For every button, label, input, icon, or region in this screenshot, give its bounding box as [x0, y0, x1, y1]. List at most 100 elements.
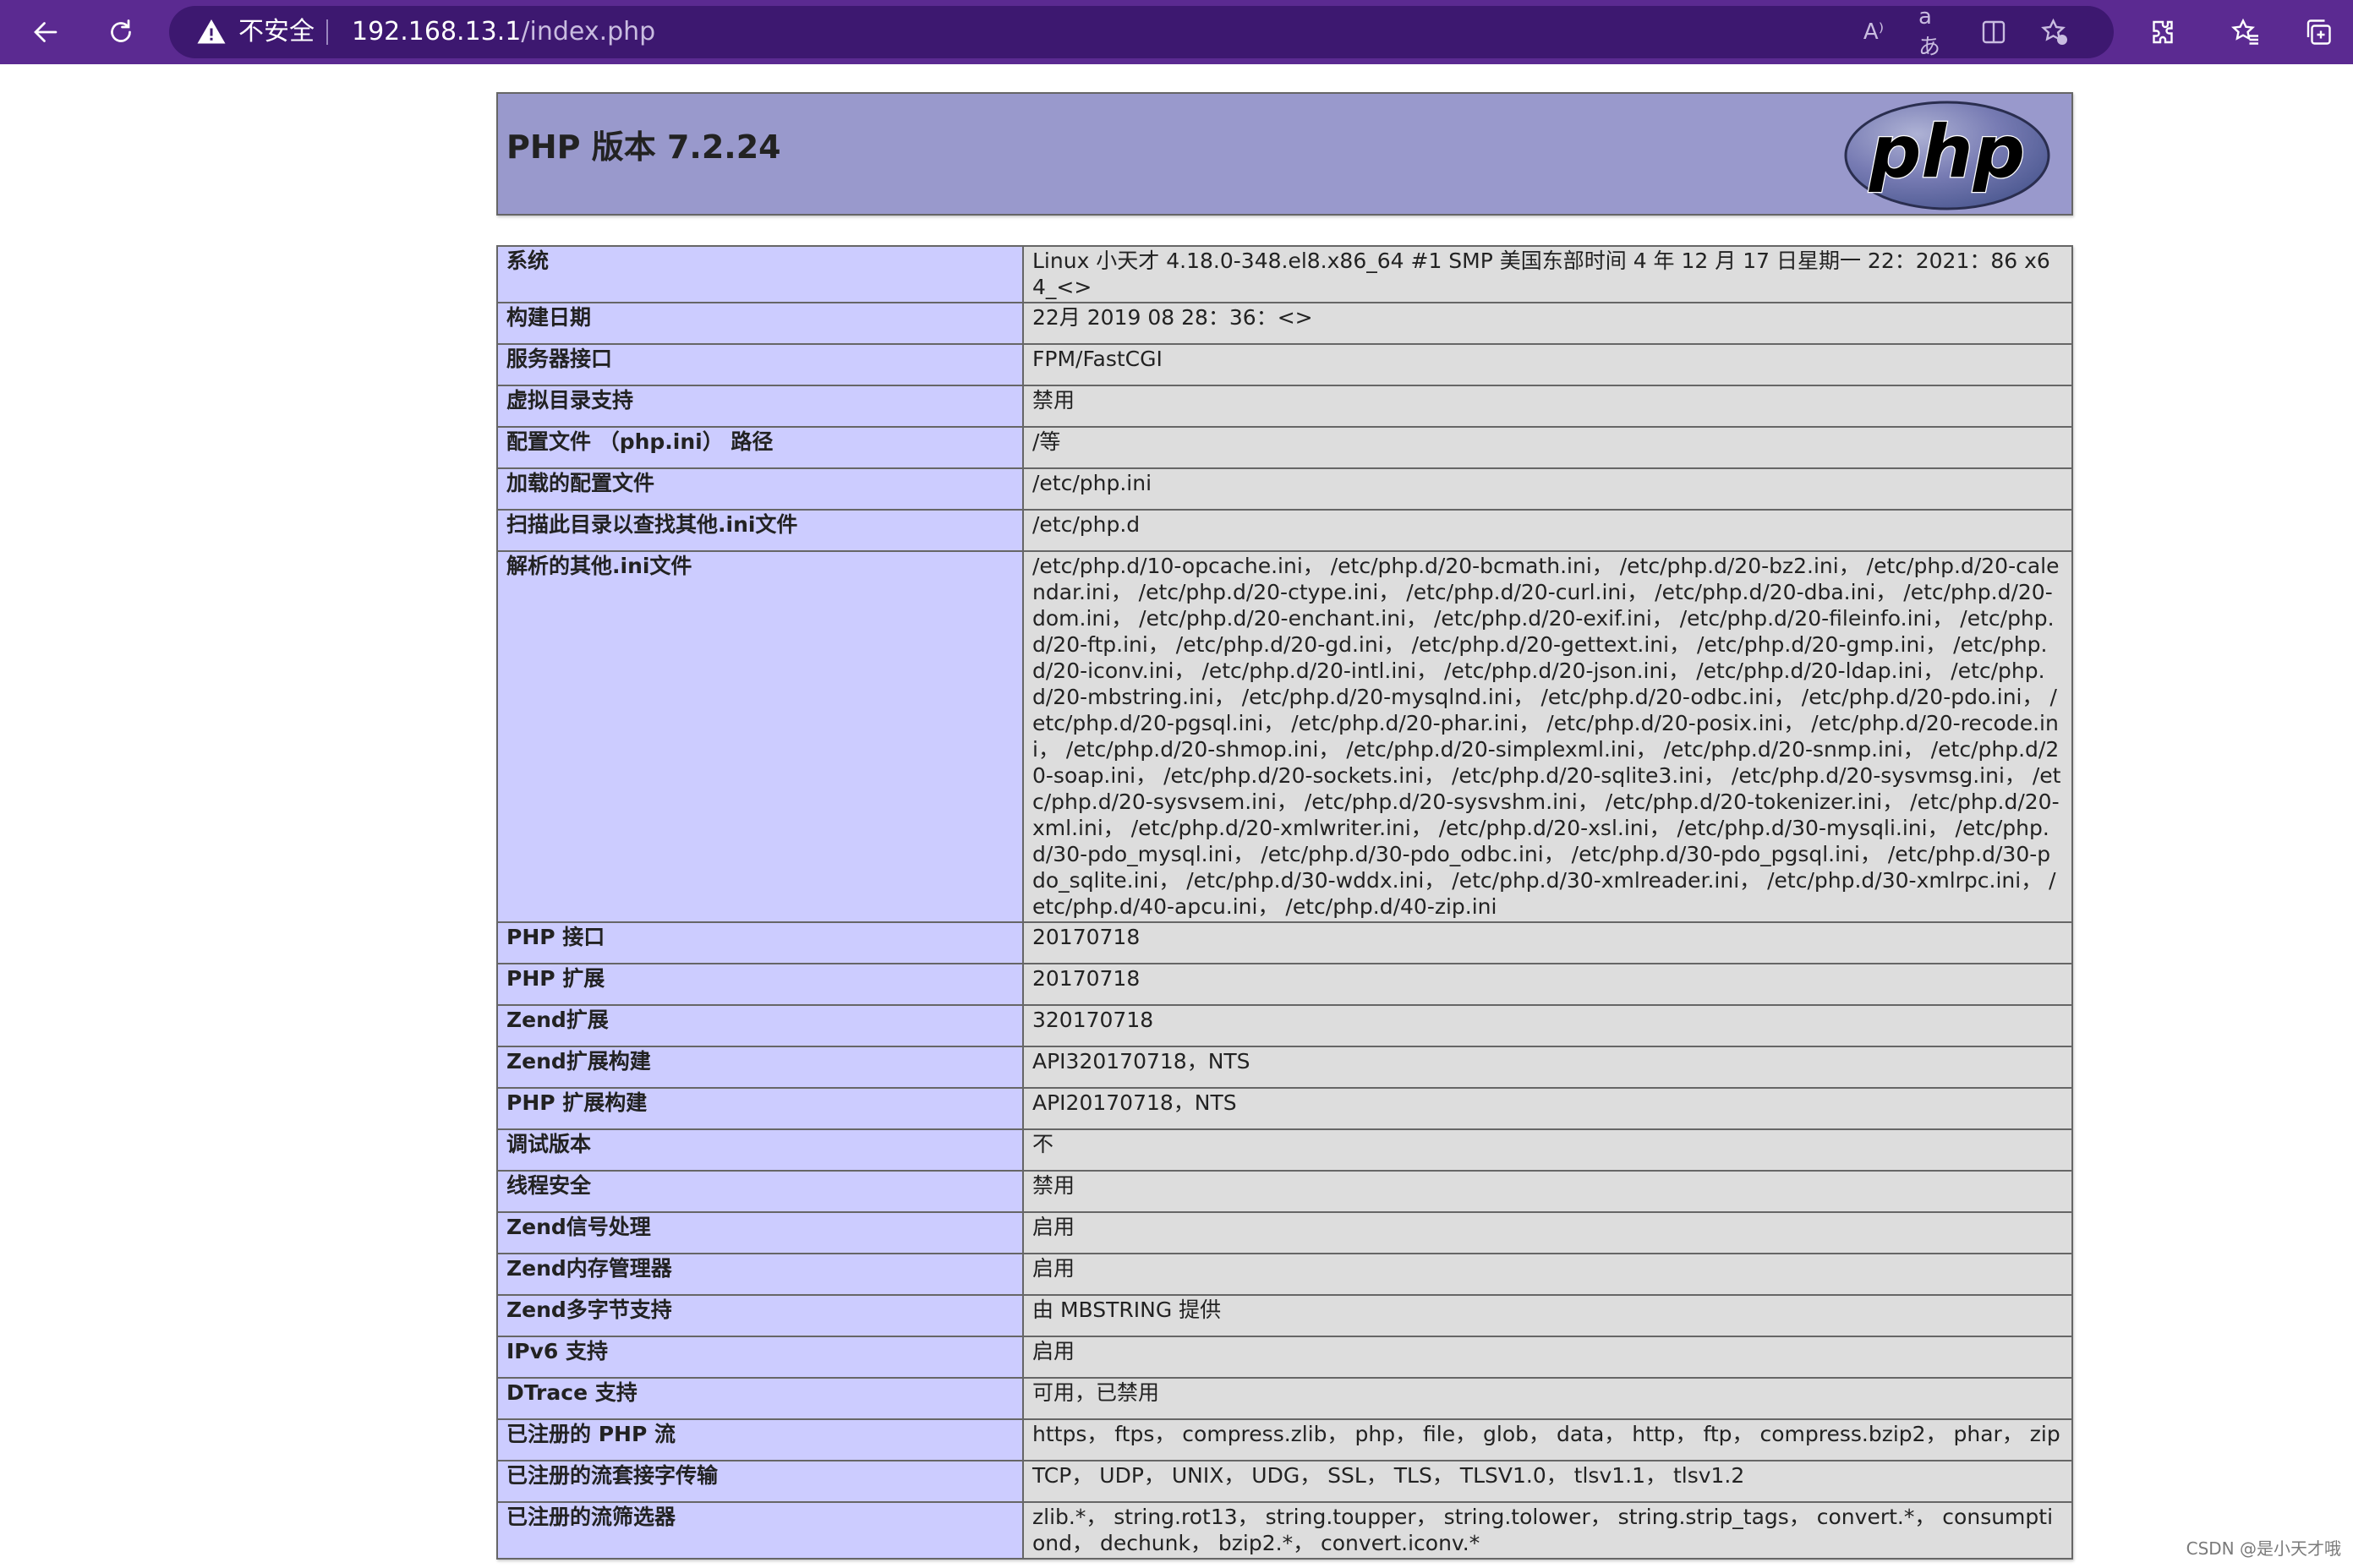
table-row: 系统 Linux 小天才 4.18.0-348.el8.x86_64 #1 SMP…	[496, 245, 2073, 303]
row-key: 构建日期	[496, 302, 1024, 345]
row-key: DTrace 支持	[496, 1377, 1024, 1420]
url-path: /index.php	[521, 17, 656, 46]
row-value: 不	[1022, 1128, 2073, 1172]
table-row: DTrace 支持 可用，已禁用	[496, 1377, 2073, 1420]
row-value: 22月 2019 08 28：36：<>	[1022, 302, 2073, 345]
favorites-icon	[2231, 18, 2258, 45]
row-value: 由 MBSTRING 提供	[1022, 1294, 2073, 1337]
arrow-left-icon	[34, 22, 57, 42]
warning-icon[interactable]	[196, 17, 227, 47]
table-row: Zend扩展 320170718	[496, 1004, 2073, 1047]
row-key: 加载的配置文件	[496, 467, 1024, 511]
row-key: 已注册的 PHP 流	[496, 1418, 1024, 1461]
table-row: 调试版本不	[496, 1128, 2073, 1172]
favorites-button[interactable]	[2225, 12, 2266, 52]
star-add-icon	[2041, 18, 2067, 45]
table-row: 已注册的 PHP 流 https， ftps， compress.zlib， ph…	[496, 1418, 2073, 1461]
row-value: Linux 小天才 4.18.0-348.el8.x86_64 #1 SMP 美…	[1022, 245, 2073, 303]
row-value: 320170718	[1022, 1004, 2073, 1047]
watermark: CSDN @是小天才哦	[2186, 1538, 2341, 1559]
row-value: https， ftps， compress.zlib， php， file， g…	[1022, 1418, 2073, 1461]
browser-toolbar: 不安全 192.168.13.1/index.php A⁾ aあ	[0, 0, 2353, 64]
php-version-header: PHP 版本 7.2.24 php	[496, 92, 2073, 216]
translate-icon: aあ	[1918, 4, 1941, 60]
row-key: 服务器接口	[496, 343, 1024, 386]
row-key: Zend信号处理	[496, 1211, 1024, 1254]
row-value: /etc/php.ini	[1022, 467, 2073, 511]
table-row: 服务器接口 FPM/FastCGI	[496, 343, 2073, 386]
row-key: 已注册的流套接字传输	[496, 1460, 1024, 1503]
table-row: Zend信号处理 启用	[496, 1211, 2073, 1254]
table-row: 解析的其他.ini文件/etc/php.d/10-opcache.ini， /e…	[496, 550, 2073, 923]
row-value: 20170718	[1022, 963, 2073, 1006]
security-status[interactable]: 不安全	[238, 6, 315, 58]
row-key: 扫描此目录以查找其他.ini文件	[496, 509, 1024, 552]
row-value: zlib.*， string.rot13， string.toupper， st…	[1022, 1501, 2073, 1560]
collections-button[interactable]	[2298, 12, 2339, 52]
puzzle-icon	[2153, 20, 2173, 44]
table-row: PHP 扩展构建 API20170718，NTS	[496, 1087, 2073, 1130]
row-key: 虚拟目录支持	[496, 385, 1024, 428]
row-key: 已注册的流筛选器	[496, 1501, 1024, 1560]
table-row: Zend多字节支持由 MBSTRING 提供	[496, 1294, 2073, 1337]
php-logo[interactable]: php	[1844, 101, 2051, 210]
page-title: PHP 版本 7.2.24	[506, 128, 781, 166]
row-value: 禁用	[1022, 1170, 2073, 1213]
table-row: 线程安全 禁用	[496, 1170, 2073, 1213]
collections-icon	[2306, 19, 2331, 45]
row-value: 启用	[1022, 1336, 2073, 1379]
table-row: Zend内存管理器 启用	[496, 1253, 2073, 1296]
table-row: PHP 接口 20170718	[496, 921, 2073, 964]
row-value: API320170718，NTS	[1022, 1046, 2073, 1089]
row-key: PHP 扩展构建	[496, 1087, 1024, 1130]
table-row: Zend扩展构建 API320170718，NTS	[496, 1046, 2073, 1089]
row-value: 启用	[1022, 1253, 2073, 1296]
row-value: 禁用	[1022, 385, 2073, 428]
table-row: 虚拟目录支持 禁用	[496, 385, 2073, 428]
row-value: 启用	[1022, 1211, 2073, 1254]
row-value: TCP， UDP， UNIX， UDG， SSL， TLS， TLSV1.0， …	[1022, 1460, 2073, 1503]
row-value: FPM/FastCGI	[1022, 343, 2073, 386]
split-screen-icon	[1982, 20, 2006, 44]
row-key: 系统	[496, 245, 1024, 303]
row-key: Zend内存管理器	[496, 1253, 1024, 1296]
extensions-button[interactable]	[2142, 12, 2183, 52]
split-screen-button[interactable]	[1978, 17, 2009, 47]
refresh-button[interactable]	[101, 12, 141, 52]
php-info-table: 系统 Linux 小天才 4.18.0-348.el8.x86_64 #1 SMP…	[496, 245, 2073, 1560]
add-favorite-button[interactable]	[2039, 17, 2070, 47]
row-value: /etc/php.d/10-opcache.ini， /etc/php.d/20…	[1022, 550, 2073, 923]
table-row: 加载的配置文件/etc/php.ini	[496, 467, 2073, 511]
row-value: API20170718，NTS	[1022, 1087, 2073, 1130]
svg-text:php: php	[1869, 110, 2025, 194]
row-key: Zend扩展	[496, 1004, 1024, 1047]
row-key: 调试版本	[496, 1128, 1024, 1172]
table-row: PHP 扩展 20170718	[496, 963, 2073, 1006]
row-value: /等	[1022, 426, 2073, 469]
url-host: 192.168.13.1	[352, 17, 522, 46]
row-key: 解析的其他.ini文件	[496, 550, 1024, 923]
row-value: 20170718	[1022, 921, 2073, 964]
row-key: 配置文件 （php.ini） 路径	[496, 426, 1024, 469]
address-bar[interactable]: 不安全 192.168.13.1/index.php A⁾ aあ	[169, 4, 2114, 60]
row-key: Zend多字节支持	[496, 1294, 1024, 1337]
table-row: 构建日期 22月 2019 08 28：36：<>	[496, 302, 2073, 345]
table-row: 已注册的流套接字传输 TCP， UDP， UNIX， UDG， SSL， TLS，…	[496, 1460, 2073, 1503]
back-button[interactable]	[25, 12, 66, 52]
read-aloud-button[interactable]: A⁾	[1858, 17, 1889, 47]
translate-button[interactable]: aあ	[1918, 4, 1949, 60]
refresh-icon	[111, 19, 131, 42]
row-key: Zend扩展构建	[496, 1046, 1024, 1089]
row-key: PHP 接口	[496, 921, 1024, 964]
table-row: IPv6 支持 启用	[496, 1336, 2073, 1379]
table-row: 配置文件 （php.ini） 路径/等	[496, 426, 2073, 469]
table-row: 扫描此目录以查找其他.ini文件/etc/php.d	[496, 509, 2073, 552]
row-value: 可用，已禁用	[1022, 1377, 2073, 1420]
row-key: IPv6 支持	[496, 1336, 1024, 1379]
row-value: /etc/php.d	[1022, 509, 2073, 552]
address-divider	[326, 19, 328, 45]
read-aloud-icon: A⁾	[1863, 19, 1885, 45]
table-row: 已注册的流筛选器 zlib.*， string.rot13， string.tou…	[496, 1501, 2073, 1560]
row-key: PHP 扩展	[496, 963, 1024, 1006]
url-text[interactable]: 192.168.13.1/index.php	[352, 6, 655, 58]
